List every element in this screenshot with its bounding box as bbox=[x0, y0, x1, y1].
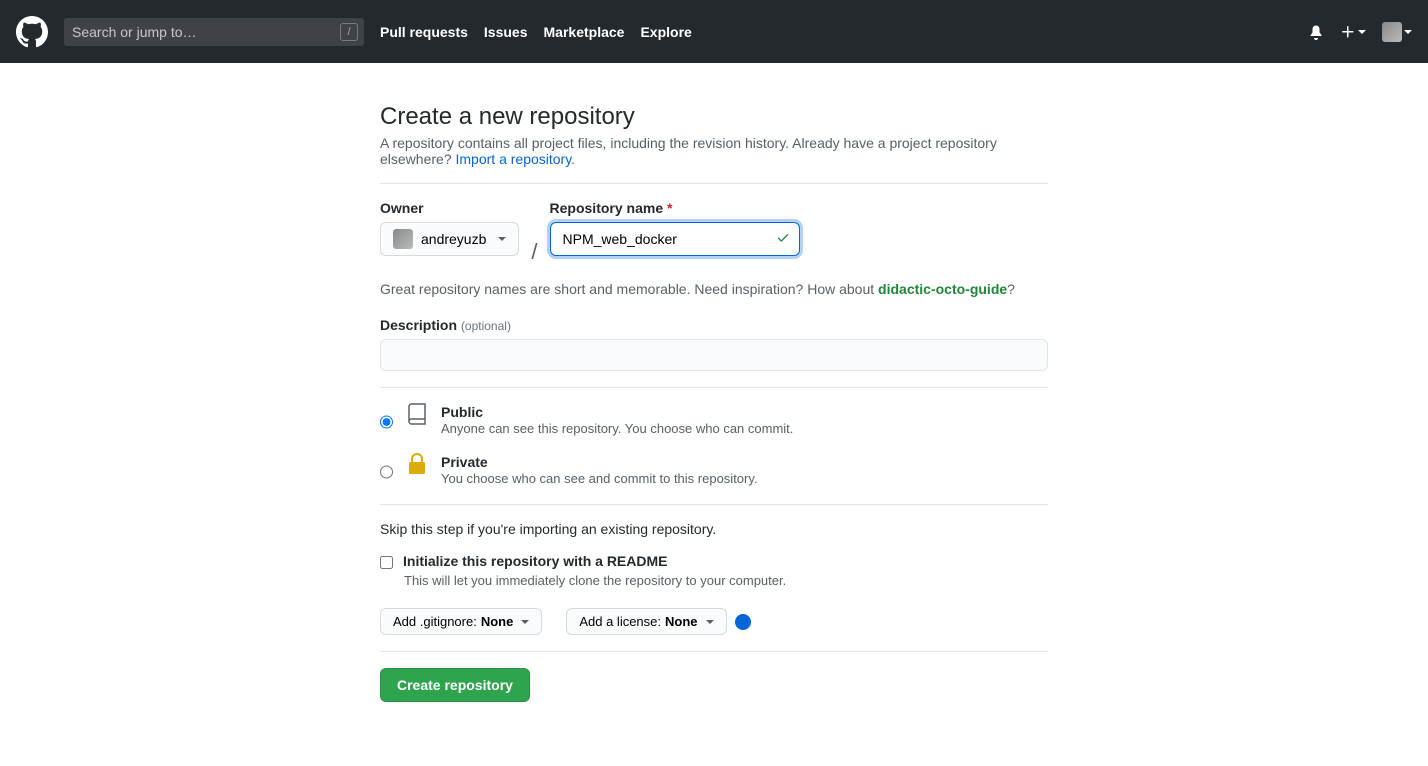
search-input[interactable] bbox=[64, 18, 364, 46]
nav-pull-requests[interactable]: Pull requests bbox=[380, 24, 468, 40]
owner-avatar bbox=[393, 229, 413, 249]
readme-desc: This will let you immediately clone the … bbox=[404, 573, 1048, 588]
visibility-private-radio[interactable] bbox=[380, 458, 393, 486]
create-new-dropdown[interactable] bbox=[1340, 24, 1366, 40]
owner-group: Owner andreyuzb bbox=[380, 200, 519, 256]
license-value: None bbox=[665, 614, 698, 629]
nav-explore[interactable]: Explore bbox=[640, 24, 691, 40]
divider bbox=[380, 183, 1048, 184]
private-text: Private You choose who can see and commi… bbox=[441, 454, 758, 486]
lock-icon bbox=[405, 452, 429, 476]
search-slash-hint: / bbox=[340, 23, 358, 41]
page-subtitle: A repository contains all project files,… bbox=[380, 135, 1048, 167]
license-select-button[interactable]: Add a license: None bbox=[566, 608, 726, 635]
primary-nav: Pull requests Issues Marketplace Explore bbox=[380, 24, 692, 40]
chevron-down-icon bbox=[1358, 30, 1366, 34]
readme-row: Initialize this repository with a README bbox=[380, 553, 1048, 569]
visibility-private-row: Private You choose who can see and commi… bbox=[380, 454, 1048, 486]
page-title: Create a new repository bbox=[380, 103, 1048, 131]
license-prefix: Add a license: bbox=[579, 614, 661, 629]
import-repository-link[interactable]: Import a repository bbox=[456, 151, 572, 167]
gitignore-value: None bbox=[481, 614, 514, 629]
name-suggestion[interactable]: didactic-octo-guide bbox=[878, 281, 1007, 297]
global-header: / Pull requests Issues Marketplace Explo… bbox=[0, 0, 1428, 63]
chevron-down-icon bbox=[1404, 30, 1412, 34]
checkmark-icon bbox=[776, 231, 790, 248]
search-container: / bbox=[64, 18, 364, 46]
select-row: Add .gitignore: None Add a license: None bbox=[380, 608, 1048, 635]
divider bbox=[380, 651, 1048, 652]
chevron-down-icon bbox=[706, 620, 714, 624]
owner-name: andreyuzb bbox=[421, 231, 486, 247]
create-repository-button[interactable]: Create repository bbox=[380, 668, 530, 702]
subtitle-period: . bbox=[571, 151, 575, 167]
notifications-button[interactable] bbox=[1308, 24, 1324, 40]
divider bbox=[380, 387, 1048, 388]
description-input[interactable] bbox=[380, 339, 1048, 371]
repo-name-label: Repository name * bbox=[550, 200, 800, 216]
chevron-down-icon bbox=[521, 620, 529, 624]
description-group: Description (optional) bbox=[380, 317, 1048, 371]
gitignore-prefix: Add .gitignore: bbox=[393, 614, 477, 629]
nav-issues[interactable]: Issues bbox=[484, 24, 528, 40]
owner-label: Owner bbox=[380, 200, 519, 216]
repo-name-group: Repository name * bbox=[550, 200, 800, 256]
hint-qmark: ? bbox=[1007, 281, 1015, 297]
visibility-public-radio[interactable] bbox=[380, 408, 393, 436]
info-icon[interactable] bbox=[735, 614, 751, 630]
description-label: Description (optional) bbox=[380, 317, 1048, 333]
public-label: Public bbox=[441, 404, 793, 420]
owner-repo-row: Owner andreyuzb / Repository name * bbox=[380, 200, 1048, 271]
bell-icon bbox=[1308, 24, 1324, 40]
github-logo-icon[interactable] bbox=[16, 16, 48, 48]
readme-label: Initialize this repository with a README bbox=[403, 553, 667, 569]
main-content: Create a new repository A repository con… bbox=[364, 103, 1064, 702]
header-right bbox=[1308, 22, 1412, 42]
plus-icon bbox=[1340, 24, 1356, 40]
public-desc: Anyone can see this repository. You choo… bbox=[441, 421, 793, 436]
private-desc: You choose who can see and commit to thi… bbox=[441, 471, 758, 486]
hint-text: Great repository names are short and mem… bbox=[380, 281, 878, 297]
user-menu-dropdown[interactable] bbox=[1382, 22, 1412, 42]
readme-checkbox[interactable] bbox=[380, 556, 393, 569]
repo-input-wrap bbox=[550, 222, 800, 256]
divider bbox=[380, 504, 1048, 505]
optional-hint: (optional) bbox=[461, 319, 511, 333]
slash-separator: / bbox=[527, 239, 541, 271]
repo-name-input[interactable] bbox=[550, 222, 800, 256]
skip-note: Skip this step if you're importing an ex… bbox=[380, 521, 1048, 537]
gitignore-select-button[interactable]: Add .gitignore: None bbox=[380, 608, 542, 635]
name-hint: Great repository names are short and mem… bbox=[380, 281, 1048, 297]
chevron-down-icon bbox=[498, 237, 506, 241]
nav-marketplace[interactable]: Marketplace bbox=[544, 24, 625, 40]
public-text: Public Anyone can see this repository. Y… bbox=[441, 404, 793, 436]
private-label: Private bbox=[441, 454, 758, 470]
avatar bbox=[1382, 22, 1402, 42]
owner-select-button[interactable]: andreyuzb bbox=[380, 222, 519, 256]
visibility-public-row: Public Anyone can see this repository. Y… bbox=[380, 404, 1048, 436]
repo-icon bbox=[405, 402, 429, 426]
